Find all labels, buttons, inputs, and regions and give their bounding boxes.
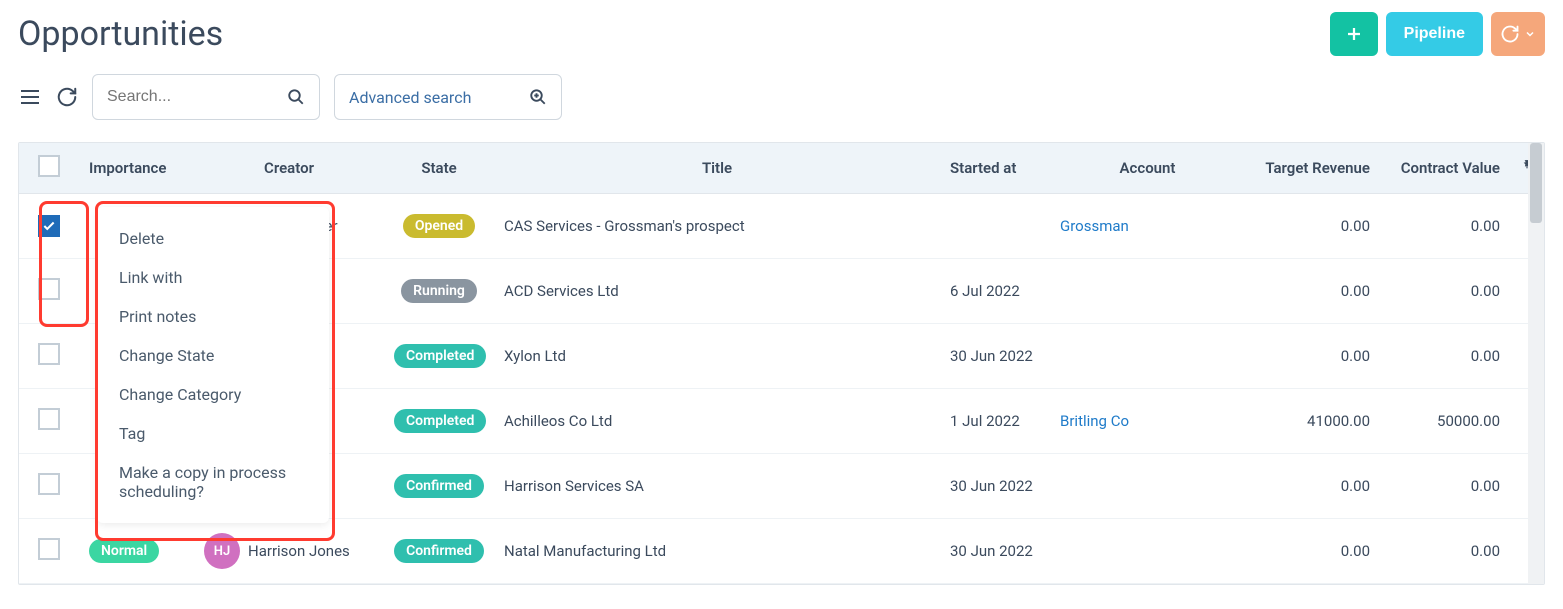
contract-cell: 0.00 <box>1380 259 1510 324</box>
plus-icon <box>1345 25 1363 43</box>
advanced-search-link[interactable]: Advanced search <box>349 88 519 107</box>
table-header-row: Importance Creator State Title Started a… <box>19 143 1544 194</box>
started-cell: 1 Jul 2022 <box>940 389 1050 454</box>
row-checkbox[interactable] <box>38 473 60 495</box>
col-creator[interactable]: Creator <box>194 143 384 194</box>
contract-cell: 0.00 <box>1380 454 1510 519</box>
revenue-cell: 0.00 <box>1245 324 1380 389</box>
search-box[interactable] <box>92 74 320 120</box>
started-cell <box>940 194 1050 259</box>
scrollbar-thumb[interactable] <box>1530 143 1542 223</box>
advanced-search-box[interactable]: Advanced search <box>334 74 562 120</box>
search-input[interactable] <box>107 88 277 106</box>
row-checkbox[interactable] <box>38 278 60 300</box>
col-state[interactable]: State <box>384 143 494 194</box>
col-started[interactable]: Started at <box>940 143 1050 194</box>
context-menu-item[interactable]: Link with <box>97 258 329 297</box>
contract-cell: 0.00 <box>1380 194 1510 259</box>
contract-cell: 0.00 <box>1380 324 1510 389</box>
table-row[interactable]: Normal HJ Harrison Jones Confirmed Natal Man… <box>19 519 1544 584</box>
context-menu-item[interactable]: Make a copy in process scheduling? <box>97 453 329 511</box>
row-checkbox[interactable] <box>38 538 60 560</box>
sync-icon <box>1500 24 1520 44</box>
col-account[interactable]: Account <box>1050 143 1245 194</box>
context-menu-item[interactable]: Tag <box>97 414 329 453</box>
state-badge: Confirmed <box>394 474 484 498</box>
state-badge: Completed <box>394 344 486 368</box>
creator-name: Harrison Jones <box>248 542 350 560</box>
state-badge: Running <box>401 279 477 303</box>
context-menu-item[interactable]: Change State <box>97 336 329 375</box>
title-cell: Xylon Ltd <box>494 324 940 389</box>
account-link[interactable]: Grossman <box>1060 217 1129 235</box>
row-context-menu: DeleteLink withPrint notesChange StateCh… <box>97 207 329 523</box>
pipeline-button[interactable]: Pipeline <box>1386 12 1483 56</box>
row-checkbox[interactable] <box>38 343 60 365</box>
col-importance[interactable]: Importance <box>79 143 194 194</box>
row-checkbox[interactable] <box>38 215 60 237</box>
search-icon <box>287 88 305 106</box>
row-checkbox[interactable] <box>38 408 60 430</box>
started-cell: 6 Jul 2022 <box>940 259 1050 324</box>
vertical-scrollbar[interactable] <box>1528 143 1544 584</box>
context-menu-item[interactable]: Print notes <box>97 297 329 336</box>
revenue-cell: 0.00 <box>1245 194 1380 259</box>
started-cell: 30 Jun 2022 <box>940 519 1050 584</box>
opportunities-grid: Importance Creator State Title Started a… <box>18 142 1545 585</box>
context-menu-item[interactable]: Change Category <box>97 375 329 414</box>
title-cell: CAS Services - Grossman's prospect <box>494 194 940 259</box>
state-badge: Opened <box>403 214 475 238</box>
revenue-cell: 0.00 <box>1245 519 1380 584</box>
contract-cell: 0.00 <box>1380 519 1510 584</box>
revenue-cell: 0.00 <box>1245 259 1380 324</box>
avatar: HJ <box>204 533 240 569</box>
state-badge: Confirmed <box>394 539 484 563</box>
title-cell: ACD Services Ltd <box>494 259 940 324</box>
revenue-cell: 41000.00 <box>1245 389 1380 454</box>
sync-dropdown-button[interactable] <box>1491 12 1545 56</box>
col-revenue[interactable]: Target Revenue <box>1245 143 1380 194</box>
revenue-cell: 0.00 <box>1245 454 1380 519</box>
col-contract[interactable]: Contract Value <box>1380 143 1510 194</box>
started-cell: 30 Jun 2022 <box>940 454 1050 519</box>
refresh-icon[interactable] <box>56 86 78 108</box>
search-plus-icon <box>529 88 547 106</box>
title-cell: Harrison Services SA <box>494 454 940 519</box>
context-menu-item[interactable]: Delete <box>97 219 329 258</box>
select-all-checkbox[interactable] <box>38 155 60 177</box>
account-link[interactable]: Britling Co <box>1060 412 1129 430</box>
title-cell: Natal Manufacturing Ltd <box>494 519 940 584</box>
menu-icon[interactable] <box>18 85 42 109</box>
contract-cell: 50000.00 <box>1380 389 1510 454</box>
col-title[interactable]: Title <box>494 143 940 194</box>
page-title: Opportunities <box>18 14 223 54</box>
started-cell: 30 Jun 2022 <box>940 324 1050 389</box>
state-badge: Completed <box>394 409 486 433</box>
importance-badge: Normal <box>89 539 159 563</box>
title-cell: Achilleos Co Ltd <box>494 389 940 454</box>
chevron-down-icon <box>1524 28 1536 40</box>
add-button[interactable] <box>1330 12 1378 56</box>
